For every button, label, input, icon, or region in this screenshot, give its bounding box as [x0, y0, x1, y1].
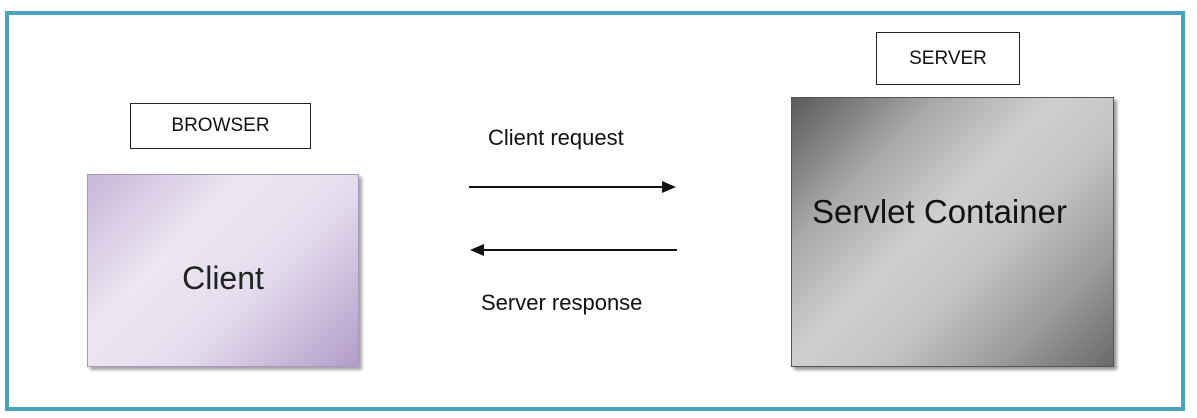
- request-arrow: [469, 181, 676, 193]
- arrows-layer: [469, 181, 677, 256]
- response-arrow: [470, 244, 677, 256]
